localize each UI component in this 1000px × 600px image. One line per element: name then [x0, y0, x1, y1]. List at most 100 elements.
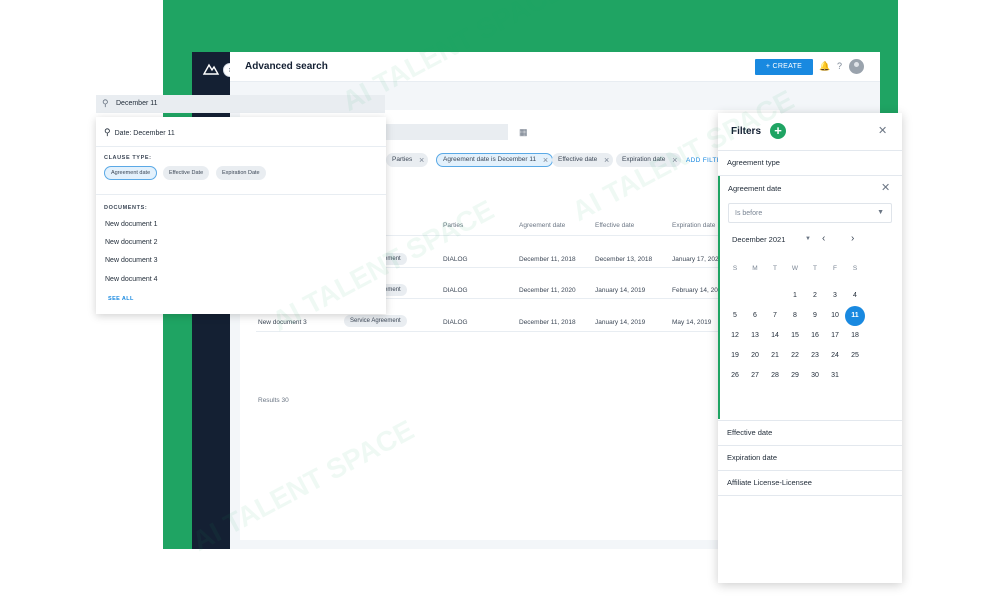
filters-title: Filters — [731, 126, 762, 137]
calendar-day[interactable]: 22 — [785, 346, 805, 366]
divider — [718, 470, 902, 471]
cell-document-name[interactable]: New document 3 — [258, 319, 307, 326]
document-suggestion[interactable]: New document 2 — [105, 239, 158, 246]
bell-icon[interactable]: 🔔 — [819, 61, 830, 72]
chevron-down-icon: ▼ — [877, 209, 884, 216]
condition-value: Is before — [735, 210, 763, 217]
calendar-day[interactable]: 8 — [785, 306, 805, 326]
avatar[interactable] — [849, 59, 864, 74]
calendar-day[interactable]: 20 — [745, 346, 765, 366]
calendar-day[interactable]: 31 — [825, 366, 845, 386]
calendar-day[interactable]: 16 — [805, 326, 825, 346]
cell-agreement-date: December 11, 2018 — [519, 256, 576, 263]
document-suggestion[interactable]: New document 1 — [105, 221, 158, 228]
calendar-day-selected[interactable]: 11 — [845, 306, 865, 326]
weekday-label: T — [813, 265, 817, 272]
filter-expiration-date[interactable]: Expiration date — [727, 453, 777, 462]
filter-agreement-date[interactable]: Agreement date — [728, 184, 781, 193]
weekday-label: W — [791, 265, 799, 272]
chevron-down-icon[interactable]: ▼ — [805, 236, 811, 242]
filter-agreement-type[interactable]: Agreement type — [727, 158, 780, 167]
cell-parties: DIALOG — [443, 287, 468, 294]
logo-icon — [202, 63, 220, 75]
calendar-icon[interactable]: ▦ — [519, 127, 528, 138]
chip-label: Parties — [392, 156, 413, 163]
column-header-parties[interactable]: Parties — [443, 222, 463, 229]
divider — [718, 495, 902, 496]
calendar-day[interactable]: 15 — [785, 326, 805, 346]
calendar-day[interactable]: 3 — [825, 286, 845, 306]
filter-chip-agreement-date[interactable]: Agreement date is December 11 × — [436, 153, 554, 167]
calendar-day[interactable]: 21 — [765, 346, 785, 366]
filter-chip-effective-date[interactable]: Effective date × — [552, 153, 614, 167]
calendar-day[interactable]: 23 — [805, 346, 825, 366]
calendar-day[interactable]: 14 — [765, 326, 785, 346]
divider — [718, 420, 902, 421]
calendar-day[interactable]: 27 — [745, 366, 765, 386]
column-header-expiration-date[interactable]: Expiration date — [672, 222, 715, 229]
condition-select[interactable]: Is before ▼ — [728, 203, 892, 223]
weekday-label: S — [852, 265, 858, 272]
filter-affiliate-license[interactable]: Affiliate License-Licensee — [727, 478, 812, 487]
create-button[interactable]: + CREATE — [755, 59, 813, 75]
calendar-day[interactable]: 2 — [805, 286, 825, 306]
close-icon[interactable]: × — [419, 153, 424, 167]
calendar-day[interactable]: 30 — [805, 366, 825, 386]
chip-label: Expiration date — [622, 156, 666, 163]
help-icon[interactable]: ? — [834, 61, 845, 72]
search-query: December 11 — [116, 100, 158, 107]
cell-expiration-date: May 14, 2019 — [672, 319, 712, 326]
cell-agreement-date: December 11, 2020 — [519, 287, 576, 294]
search-icon: ⚲ — [104, 127, 111, 137]
clause-chip-expiration-date[interactable]: Expiration Date — [216, 166, 266, 180]
calendar-day[interactable]: 29 — [785, 366, 805, 386]
calendar-day[interactable]: 1 — [785, 286, 805, 306]
date-suggestion[interactable]: ⚲ Date: December 11 — [104, 127, 175, 138]
calendar-day[interactable]: 10 — [825, 306, 845, 326]
see-all-link[interactable]: SEE ALL — [108, 296, 134, 302]
clause-chip-effective-date[interactable]: Effective Date — [163, 166, 210, 180]
document-suggestion[interactable]: New document 3 — [105, 257, 158, 264]
calendar-day[interactable]: 28 — [765, 366, 785, 386]
add-filter-icon[interactable]: + — [770, 123, 786, 139]
divider — [718, 150, 902, 151]
chip-label: Agreement date is December 11 — [443, 156, 537, 163]
close-icon[interactable]: × — [543, 154, 548, 166]
calendar-day[interactable]: 4 — [845, 286, 865, 306]
filters-panel: Filters + ✕ Agreement type Agreement dat… — [718, 113, 902, 583]
close-icon[interactable]: ✕ — [878, 124, 887, 137]
calendar-day[interactable]: 19 — [725, 346, 745, 366]
top-bar: Advanced search + CREATE 🔔 ? — [230, 52, 880, 82]
close-icon[interactable]: ✕ — [881, 181, 890, 194]
calendar-day[interactable]: 24 — [825, 346, 845, 366]
close-icon[interactable]: × — [672, 153, 677, 167]
calendar-day[interactable]: 26 — [725, 366, 745, 386]
calendar-day[interactable]: 18 — [845, 326, 865, 346]
month-label[interactable]: December 2021 — [732, 235, 785, 244]
search-suggestions: ⚲ Date: December 11 CLAUSE TYPE: Agreemen… — [96, 117, 386, 314]
cell-expiration-date: January 17, 2020 — [672, 256, 723, 263]
calendar-day[interactable]: 7 — [765, 306, 785, 326]
column-header-effective-date[interactable]: Effective date — [595, 222, 634, 229]
filter-effective-date[interactable]: Effective date — [727, 428, 772, 437]
calendar-day[interactable]: 25 — [845, 346, 865, 366]
chevron-left-icon[interactable]: ‹ — [822, 233, 825, 244]
calendar-day[interactable]: 6 — [745, 306, 765, 326]
active-section-indicator — [718, 176, 720, 419]
calendar-day[interactable]: 5 — [725, 306, 745, 326]
calendar-day[interactable]: 9 — [805, 306, 825, 326]
close-icon[interactable]: × — [604, 153, 609, 167]
filter-chip-expiration-date[interactable]: Expiration date × — [616, 153, 682, 167]
filter-chip-parties[interactable]: Parties × — [386, 153, 429, 167]
calendar-day[interactable]: 12 — [725, 326, 745, 346]
calendar-day[interactable]: 13 — [745, 326, 765, 346]
date-suggestion-label: Date: December 11 — [114, 130, 175, 137]
chip-label: Effective date — [558, 156, 598, 163]
calendar-day[interactable]: 17 — [825, 326, 845, 346]
column-header-agreement-date[interactable]: Agreement date — [519, 222, 565, 229]
clause-chip-agreement-date[interactable]: Agreement date — [104, 166, 158, 180]
document-suggestion[interactable]: New document 4 — [105, 276, 158, 283]
row-divider — [256, 331, 780, 332]
chevron-right-icon[interactable]: › — [851, 233, 854, 244]
search-input[interactable]: ⚲ December 11 — [96, 95, 385, 113]
